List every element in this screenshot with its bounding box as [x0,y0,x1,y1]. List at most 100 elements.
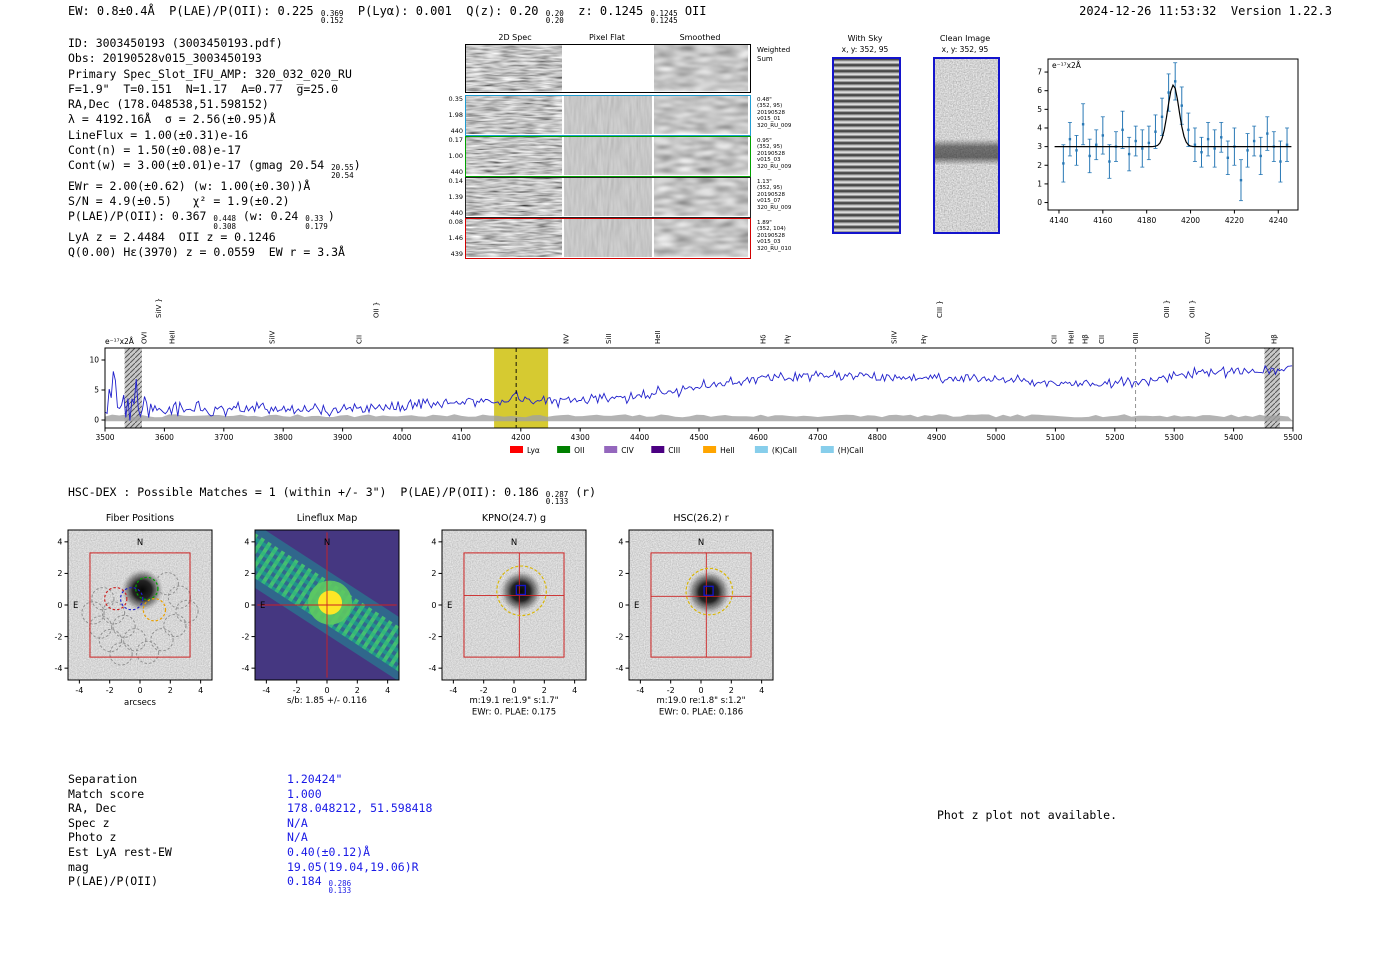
cutout-caption: m:19.1 re:1.9" s:1.7" [469,696,558,706]
svg-text:4700: 4700 [808,433,827,442]
svg-text:0: 0 [1037,198,1042,207]
line-labels: OVI SiIV } HeII SiIV CII OII } NV SiII HeII Hδ Hγ S… [141,298,1279,344]
svg-text:OIII: OIII [1132,332,1140,344]
line-fit-plot: 4140 4160 4180 4200 4220 4240 0 1 2 3 4 5 6 7 e⁻¹⁷x2Å [1037,58,1299,225]
svg-text:OII }: OII } [372,302,380,318]
svg-text:-2: -2 [242,632,250,641]
east-label: E [634,601,639,611]
svg-text:4: 4 [759,686,764,695]
svg-text:4220: 4220 [1225,216,1244,225]
spec2d-strip [466,219,562,258]
photz-note: Phot z plot not available. [937,808,1118,822]
svg-text:2: 2 [57,569,62,578]
svg-text:2: 2 [244,569,249,578]
north-label: N [324,538,330,548]
svg-text:4600: 4600 [749,433,768,442]
pixelflat-strip [564,219,652,258]
north-label: N [137,538,143,548]
svg-text:Hβ: Hβ [1082,334,1090,344]
svg-text:SiII: SiII [605,333,613,344]
svg-text:4: 4 [572,686,577,695]
svg-text:OII: OII [574,446,584,455]
match-label: Separation [68,772,138,786]
col-header-pixelflat: Pixel Flat [589,33,625,42]
svg-text:0: 0 [94,416,99,425]
errorbars [1061,62,1290,202]
info-line: λ = 4192.16Å σ = 2.56(±0.95)Å [68,112,276,127]
svg-text:2: 2 [618,569,623,578]
north-label: N [511,538,517,548]
pixelflat-strip [564,178,652,217]
match-label: mag [68,859,89,874]
svg-text:0: 0 [57,601,62,610]
match-label: P(LAE)/P(OII) [68,874,159,889]
spec2d-exposure-row: 0.08 1.46 439 1.89" (352, 104) 20190528 v015_0… [449,218,791,259]
svg-text:3900: 3900 [333,433,352,442]
svg-text:5500: 5500 [1283,433,1302,442]
info-line: S/N = 4.9(±0.5) χ² = 1.9(±0.2) [68,194,290,209]
match-row: RA, Dec 178.048212, 51.598418 [68,801,432,816]
svg-text:-2: -2 [429,632,437,641]
svg-text:CIII: CIII [668,446,680,455]
match-label: Match score [68,786,145,801]
cutout-img-2: N E -4 -4 -2 -2 0 0 2 2 4 4 KPNO(24.7) g m:19.1 re:1.… [429,513,587,718]
svg-text:4500: 4500 [689,433,708,442]
spec2d-exposure-row: 0.17 1.00 440 0.95" (352, 95) 20190528 v015_03… [449,136,791,177]
svg-text:0: 0 [324,686,329,695]
svg-text:3800: 3800 [274,433,293,442]
svg-text:2: 2 [542,686,547,695]
east-label: E [73,601,78,611]
east-label: E [447,601,452,611]
svg-text:5100: 5100 [1046,433,1065,442]
svg-text:HeII: HeII [1067,330,1075,344]
info-line: Obs: 20190528v015_3003450193 [68,51,262,66]
svg-text:1: 1 [1037,179,1042,188]
svg-text:-2: -2 [616,632,624,641]
svg-text:OVI: OVI [141,332,149,344]
svg-text:0: 0 [698,686,703,695]
row-weights: 0.35 1.98 440 [448,95,463,135]
row-weights: 0.14 1.39 440 [448,177,463,217]
svg-text:NV: NV [562,334,570,344]
spec2d-exposure-row: 0.35 1.98 440 0.48" (352, 95) 20190528 v015_01… [449,95,791,136]
svg-text:4: 4 [198,686,203,695]
svg-text:10: 10 [89,356,99,365]
match-row: Photo z N/A [68,830,432,845]
withsky-image [832,57,901,234]
pixelflat-strip [564,137,652,176]
svg-text:(H)CaII: (H)CaII [838,446,864,455]
pixelflat-strip [564,96,652,135]
info-line: EWr = 2.00(±0.62) (w: 1.00(±0.30))Å [68,178,311,193]
svg-text:0: 0 [137,686,142,695]
svg-text:Hδ: Hδ [760,334,768,344]
svg-text:3700: 3700 [214,433,233,442]
withsky-coords: x, y: 352, 95 [841,45,889,54]
svg-text:4: 4 [385,686,390,695]
spec2d-strip [466,96,562,135]
spec2d-exposure-row: 0.14 1.39 440 1.13" (352, 95) 20190528 v015_07… [449,177,791,218]
info-line: Primary Spec_Slot_IFU_AMP: 320_032_020_R… [68,66,352,81]
cutout-caption: EWr: 0. PLAE: 0.175 [472,708,556,718]
svg-text:(K)CaII: (K)CaII [772,446,797,455]
smoothed-strip [654,137,748,176]
svg-text:-4: -4 [636,686,644,695]
svg-text:-2: -2 [55,632,63,641]
fiber-annotation: 0.95" (352, 95) 20190528 v015_03 320_RU_009 [757,138,792,170]
svg-text:4: 4 [431,538,436,547]
svg-text:-4: -4 [75,686,83,695]
svg-text:-2: -2 [293,686,301,695]
svg-text:-2: -2 [106,686,114,695]
svg-text:Hβ: Hβ [1271,334,1279,344]
match-label: RA, Dec [68,801,117,816]
north-label: N [698,538,704,548]
svg-text:5400: 5400 [1224,433,1243,442]
match-value: 178.048212, 51.598418 [287,801,433,816]
stacked-uncertainty: 20.55 20.54 [331,163,354,180]
svg-text:2: 2 [355,686,360,695]
svg-text:5000: 5000 [986,433,1005,442]
svg-text:4300: 4300 [571,433,590,442]
col-header-smoothed: Smoothed [679,33,721,42]
cutout-title: Fiber Positions [106,513,174,524]
svg-text:CII: CII [1098,335,1106,344]
cutout-lineflux-1: N E -4 -4 -2 -2 0 0 2 2 4 4 Lineflux Map s/b: 1.85 +/… [242,513,400,706]
